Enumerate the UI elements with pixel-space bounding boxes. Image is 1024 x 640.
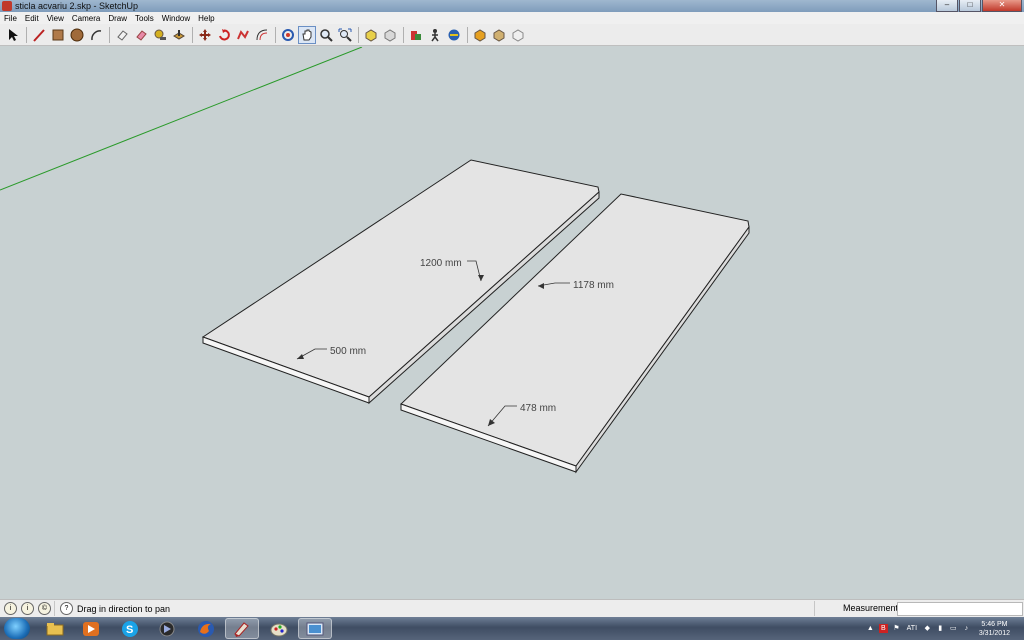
clock[interactable]: 5:46 PM 3/31/2012	[979, 620, 1010, 638]
help-icon[interactable]: ?	[60, 602, 73, 615]
rectangle-icon[interactable]	[49, 26, 67, 44]
dimension-label-478: 478 mm	[520, 403, 556, 414]
rotate-icon[interactable]	[215, 26, 233, 44]
firefox-icon[interactable]	[189, 618, 223, 639]
zoom-extents-icon[interactable]	[336, 26, 354, 44]
model-viewport[interactable]: 1200 mm 500 mm 1178 mm 478 mm	[0, 46, 1024, 599]
menu-tools[interactable]: Tools	[131, 14, 158, 23]
tray-app-icon[interactable]: B	[878, 624, 888, 633]
green-axis-line	[0, 46, 363, 191]
measurements-label: Measurements	[843, 603, 903, 613]
line-icon[interactable]	[30, 26, 48, 44]
styles-icon[interactable]	[490, 26, 508, 44]
menu-draw[interactable]: Draw	[104, 14, 131, 23]
toolbar-divider	[109, 26, 110, 43]
position-camera-icon[interactable]	[445, 26, 463, 44]
status-divider	[814, 601, 815, 616]
offset-icon[interactable]	[253, 26, 271, 44]
zoom-icon[interactable]	[317, 26, 335, 44]
tape-measure-icon[interactable]	[151, 26, 169, 44]
menu-file[interactable]: File	[0, 14, 21, 23]
geo-location-icon[interactable]: i	[4, 602, 17, 615]
status-bar: i i © ? Drag in direction to pan Measure…	[0, 599, 1024, 617]
component-icon[interactable]	[362, 26, 380, 44]
sketchup-icon[interactable]	[225, 618, 259, 639]
dimension-label-1200: 1200 mm	[420, 258, 462, 269]
tray-arrow-icon[interactable]: ▲	[866, 624, 875, 633]
walk-icon[interactable]	[426, 26, 444, 44]
toolbar-divider	[275, 26, 276, 43]
pan-icon[interactable]	[298, 25, 316, 44]
toolbar-divider	[403, 26, 404, 43]
explorer-icon[interactable]	[38, 618, 72, 639]
menu-camera[interactable]: Camera	[68, 14, 104, 23]
follow-me-icon[interactable]	[234, 26, 252, 44]
start-button[interactable]	[4, 618, 30, 639]
media-player-icon[interactable]	[74, 618, 108, 639]
orbit-icon[interactable]	[279, 26, 297, 44]
menu-bar: File Edit View Camera Draw Tools Window …	[0, 12, 1024, 24]
push-pull-icon[interactable]	[170, 26, 188, 44]
maximize-button[interactable]: □	[959, 0, 981, 12]
status-hint: Drag in direction to pan	[77, 603, 171, 614]
skype-icon[interactable]: S	[113, 618, 147, 639]
get-models-icon[interactable]	[509, 26, 527, 44]
window-title: sticla acvariu 2.skp - SketchUp	[15, 1, 139, 11]
menu-window[interactable]: Window	[158, 14, 194, 23]
clock-date: 3/31/2012	[978, 629, 1010, 637]
scene-canvas: 1200 mm 500 mm 1178 mm 478 mm	[0, 46, 750, 474]
toolbar-divider	[26, 26, 27, 43]
toolbar	[0, 24, 1024, 46]
select-icon[interactable]	[4, 26, 22, 44]
dimension-label-500: 500 mm	[330, 346, 366, 357]
user-icon[interactable]: ©	[38, 602, 51, 615]
dimension-label-1178: 1178 mm	[573, 280, 614, 291]
circle-icon[interactable]	[68, 26, 86, 44]
warehouse-icon[interactable]	[381, 26, 399, 44]
tray-flag-icon[interactable]: ⚑	[892, 624, 901, 633]
paint-icon[interactable]	[262, 618, 296, 639]
title-bar: sticla acvariu 2.skp - SketchUp – □ ✕	[0, 0, 1024, 12]
volume-icon[interactable]: ♪	[962, 624, 971, 633]
shadow-icon[interactable]	[471, 26, 489, 44]
system-tray: ▲ B ⚑ ATI ◆ ▮ ▭ ♪ 5:46 PM 3/31/2012	[864, 617, 1024, 640]
winamp-icon[interactable]	[150, 618, 184, 639]
close-button[interactable]: ✕	[982, 0, 1022, 12]
image-viewer-icon[interactable]	[298, 618, 332, 639]
minimize-button[interactable]: –	[936, 0, 958, 12]
section-plane-icon[interactable]	[407, 26, 425, 44]
move-icon[interactable]	[196, 26, 214, 44]
sketchup-app-icon	[2, 1, 12, 11]
tray-antivirus-icon[interactable]: ◆	[923, 624, 932, 633]
menu-view[interactable]: View	[43, 14, 68, 23]
eraser-icon[interactable]	[113, 26, 131, 44]
network-icon[interactable]: ▮	[936, 624, 945, 633]
svg-text:S: S	[126, 624, 133, 636]
credits-icon[interactable]: i	[21, 602, 34, 615]
menu-edit[interactable]: Edit	[21, 14, 43, 23]
toolbar-divider	[467, 26, 468, 43]
tray-ati-icon[interactable]: ATI	[905, 624, 919, 633]
menu-help[interactable]: Help	[194, 14, 218, 23]
toolbar-divider	[192, 26, 193, 43]
clock-time: 5:46 PM	[981, 620, 1008, 628]
battery-icon[interactable]: ▭	[949, 624, 958, 633]
measurements-input[interactable]	[897, 602, 1023, 616]
toolbar-divider	[358, 26, 359, 43]
status-divider	[54, 601, 55, 616]
taskbar: S ▲ B ⚑ ATI ◆ ▮ ▭ ♪ 5:46 PM 3/31/2012	[0, 617, 1024, 640]
paint-bucket-icon[interactable]	[132, 26, 150, 44]
arc-icon[interactable]	[87, 26, 105, 44]
